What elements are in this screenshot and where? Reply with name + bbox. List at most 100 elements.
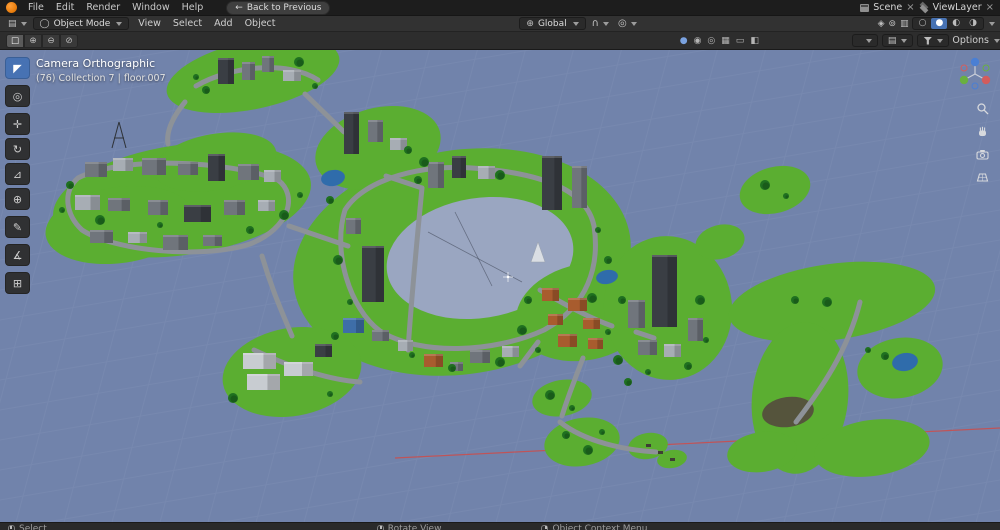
tree[interactable] <box>279 210 289 220</box>
building[interactable] <box>315 344 332 357</box>
tree[interactable] <box>881 352 889 360</box>
tree[interactable] <box>613 355 623 365</box>
building[interactable] <box>264 170 281 182</box>
origins-visibility-icon[interactable]: ● <box>680 36 688 46</box>
tree[interactable] <box>294 57 304 67</box>
tool-extra-dropdown[interactable] <box>852 34 878 47</box>
tree[interactable] <box>587 293 597 303</box>
radio-tower[interactable] <box>112 122 119 148</box>
wireframe-visibility-icon[interactable]: ◉ <box>694 36 702 46</box>
tree[interactable] <box>605 329 611 335</box>
radio-tower[interactable] <box>119 122 126 148</box>
tree[interactable] <box>645 369 651 375</box>
building[interactable] <box>478 166 495 179</box>
shading-solid-icon[interactable]: ● <box>931 18 947 29</box>
select-set-button[interactable]: □ <box>6 34 24 48</box>
axis-neg-y-ball[interactable] <box>983 65 989 71</box>
building[interactable] <box>542 288 559 301</box>
building[interactable] <box>128 232 147 243</box>
tree[interactable] <box>495 170 505 180</box>
tree[interactable] <box>822 297 832 307</box>
tool-add-cube[interactable]: ⊞ <box>5 272 30 294</box>
tool-select-box[interactable]: ◤ <box>5 57 30 79</box>
tree[interactable] <box>524 296 532 304</box>
viewport-menu-view[interactable]: View <box>132 17 167 30</box>
tree[interactable] <box>95 215 105 225</box>
building[interactable] <box>142 158 166 175</box>
building[interactable] <box>283 70 301 81</box>
pan-hand-icon[interactable] <box>976 125 989 138</box>
tool-rotate[interactable]: ↻ <box>5 138 30 160</box>
building[interactable] <box>247 374 280 390</box>
building[interactable] <box>558 334 577 347</box>
shading-options-chevron-icon[interactable] <box>989 22 995 26</box>
tree[interactable] <box>703 337 709 343</box>
building[interactable] <box>262 56 274 72</box>
building[interactable] <box>502 346 519 357</box>
tree[interactable] <box>414 176 422 184</box>
viewlayer-selector[interactable]: ViewLayer × <box>933 2 994 13</box>
building[interactable] <box>178 162 198 175</box>
select-subtract-button[interactable]: ⊖ <box>42 34 60 48</box>
tree[interactable] <box>604 256 612 264</box>
scene-canvas[interactable] <box>0 50 1000 522</box>
tree[interactable] <box>312 83 318 89</box>
tree[interactable] <box>333 255 343 265</box>
tree[interactable] <box>624 378 632 386</box>
tree[interactable] <box>419 157 429 167</box>
road[interactable] <box>262 256 292 336</box>
building[interactable] <box>344 112 359 154</box>
toggle-xray-icon[interactable]: ▥ <box>900 19 909 29</box>
building[interactable] <box>218 58 234 84</box>
unlink-scene-icon[interactable]: × <box>906 3 914 13</box>
tree[interactable] <box>695 295 705 305</box>
road[interactable] <box>168 102 185 144</box>
axis-neg-x-ball[interactable] <box>961 65 967 71</box>
axis-z-ball[interactable] <box>971 58 979 66</box>
tree[interactable] <box>157 222 163 228</box>
tree[interactable] <box>409 352 415 358</box>
shadow-visibility-icon[interactable]: ◧ <box>750 36 759 46</box>
viewport-menu-object[interactable]: Object <box>239 17 282 30</box>
tree[interactable] <box>66 181 74 189</box>
building[interactable] <box>284 362 313 376</box>
menu-file[interactable]: File <box>22 1 50 14</box>
building[interactable] <box>638 340 657 355</box>
tree[interactable] <box>562 431 570 439</box>
tree[interactable] <box>327 391 333 397</box>
display-mode-dropdown[interactable]: ▤ <box>882 34 914 47</box>
building[interactable] <box>343 318 364 333</box>
building[interactable] <box>664 344 681 357</box>
building[interactable] <box>368 120 383 142</box>
building[interactable] <box>588 338 603 349</box>
tree[interactable] <box>791 296 799 304</box>
island[interactable] <box>540 412 623 472</box>
building[interactable] <box>346 218 361 234</box>
nav-gizmo[interactable] <box>956 55 994 97</box>
menu-edit[interactable]: Edit <box>50 1 80 14</box>
building[interactable] <box>243 353 276 369</box>
tree[interactable] <box>595 227 601 233</box>
building[interactable] <box>238 164 259 180</box>
tree[interactable] <box>246 226 254 234</box>
axis-y-ball[interactable] <box>960 76 968 84</box>
building[interactable] <box>184 205 211 222</box>
building[interactable] <box>568 298 587 311</box>
building[interactable] <box>372 330 389 341</box>
tree[interactable] <box>618 296 626 304</box>
building[interactable] <box>90 230 113 243</box>
building[interactable] <box>452 156 466 178</box>
tool-move[interactable]: ✛ <box>5 113 30 135</box>
building[interactable] <box>108 198 130 211</box>
tool-scale[interactable]: ⊿ <box>5 163 30 185</box>
building[interactable] <box>75 195 100 210</box>
remove-viewlayer-icon[interactable]: × <box>986 3 994 13</box>
camera-view-icon[interactable] <box>976 148 989 161</box>
solid-visibility-icon[interactable]: ◎ <box>707 36 715 46</box>
building[interactable] <box>224 200 245 215</box>
options-button[interactable]: Options <box>952 35 1000 46</box>
building[interactable] <box>242 62 255 80</box>
building[interactable] <box>148 200 168 215</box>
island[interactable] <box>734 158 815 221</box>
back-to-previous-button[interactable]: ← Back to Previous <box>226 1 330 15</box>
